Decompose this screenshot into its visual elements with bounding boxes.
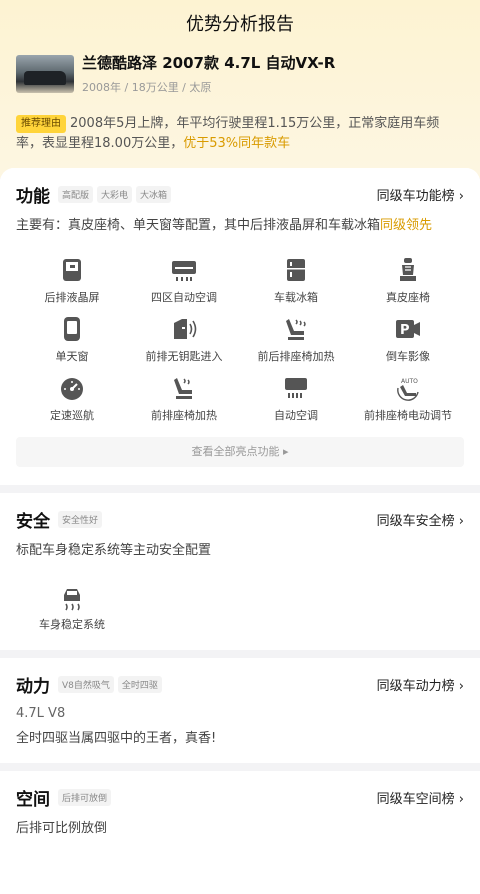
feature-item: 车身稳定系统 [16,583,128,632]
feature-item: 前排座椅加热 [128,374,240,423]
recommend-tag: 推荐理由 [16,115,66,133]
feature-label: 前排座椅电动调节 [364,409,452,422]
feature-label: 真皮座椅 [386,291,430,304]
features-title: 功能 [16,186,50,207]
feature-item: AUTO 前排座椅电动调节 [352,374,464,423]
divider [0,485,480,493]
parking-camera-icon: P [396,320,420,338]
engine-spec: 4.7L V8 [16,706,66,721]
feature-label: 倒车影像 [386,350,430,363]
feature-label: 前排无钥匙进入 [145,350,223,363]
view-all-features-button[interactable]: 查看全部亮点功能 ▸ [16,437,464,467]
feature-item: P 倒车影像 [352,315,464,364]
safety-rank-link[interactable]: 同级车安全榜 › [377,510,464,529]
rear-screen-icon [63,259,81,281]
recommend-reason: 推荐理由 2008年5月上牌，年平均行驶里程1.15万公里，正常家庭用车频率，表显… [16,114,464,154]
ac-icon [172,261,196,281]
ac-icon [285,378,307,398]
features-rank-link[interactable]: 同级车功能榜 › [377,185,464,204]
power-section: 动力 V8自然吸气 全时四驱 同级车动力榜 › 4.7L V8 全时四驱当属四驱… [0,658,480,763]
car-thumbnail [16,54,74,93]
safety-chip: 安全性好 [58,510,103,528]
content-card: 功能 高配版 大彩电 大冰箱 同级车功能榜 › 主要有：真皮座椅、单天窗等配置，… [0,168,480,894]
sunroof-icon [64,317,80,341]
divider [0,763,480,771]
feature-grid: 后排液晶屏 四区自动空调 车载冰箱 真皮座椅 单天窗 前排无钥匙进入 前后排座椅… [16,256,464,423]
safety-title: 安全 [16,511,50,532]
seat-heat-icon [174,378,192,399]
fridge-icon [287,259,305,281]
auto-seat-icon: AUTO [397,378,419,401]
feature-item: 后排液晶屏 [16,256,128,305]
features-desc: 主要有：真皮座椅、单天窗等配置，其中后排液晶屏和车载冰箱同级领先 [16,216,464,236]
feature-label: 车载冰箱 [274,291,318,304]
safety-section: 安全 安全性好 同级车安全榜 › 标配车身稳定系统等主动安全配置 车身稳定系统 [0,493,480,650]
feature-chip: 大冰箱 [136,185,172,203]
car-name: 兰德酷路泽 2007款 4.7L 自动VX-R [82,54,336,72]
header-area: 优势分析报告 兰德酷路泽 2007款 4.7L 自动VX-R 2008年 / 1… [0,0,480,178]
space-title: 空间 [16,789,50,810]
power-desc: 全时四驱当属四驱中的王者，真香! [16,731,217,746]
page-title: 优势分析报告 [186,14,294,35]
feature-item: 前后排座椅加热 [240,315,352,364]
feature-label: 后排液晶屏 [44,291,100,304]
features-desc-highlight: 同级领先 [380,218,433,233]
power-title: 动力 [16,676,50,697]
space-section: 空间 后排可放倒 同级车空间榜 › 后排可比例放倒 [0,771,480,894]
feature-label: 自动空调 [274,409,318,422]
feature-chip: 大彩电 [97,185,133,203]
svg-text:AUTO: AUTO [401,378,418,385]
leather-seat-icon [400,258,416,281]
keyless-icon [174,319,197,339]
feature-item: 前排无钥匙进入 [128,315,240,364]
feature-item: 真皮座椅 [352,256,464,305]
space-chip: 后排可放倒 [58,788,112,806]
space-rank-link[interactable]: 同级车空间榜 › [377,788,464,807]
divider [0,650,480,658]
feature-label: 车身稳定系统 [39,618,105,631]
feature-item: 四区自动空调 [128,256,240,305]
feature-label: 前后排座椅加热 [257,350,335,363]
feature-label: 单天窗 [55,350,89,363]
cruise-icon [61,378,83,400]
safety-grid: 车身稳定系统 [16,583,464,632]
feature-label: 四区自动空调 [151,291,217,304]
car-meta: 2008年 / 18万公里 / 太原 [82,81,212,94]
feature-label: 前排座椅加热 [151,409,217,422]
svg-text:P: P [400,323,410,338]
features-section: 功能 高配版 大彩电 大冰箱 同级车功能榜 › 主要有：真皮座椅、单天窗等配置，… [0,168,480,485]
feature-item: 定速巡航 [16,374,128,423]
safety-desc: 标配车身稳定系统等主动安全配置 [16,543,212,558]
stability-icon [64,589,80,611]
car-summary[interactable]: 兰德酷路泽 2007款 4.7L 自动VX-R 2008年 / 18万公里 / … [0,40,480,95]
feature-item: 自动空调 [240,374,352,423]
space-desc: 后排可比例放倒 [16,821,108,836]
power-rank-link[interactable]: 同级车动力榜 › [377,675,464,694]
features-desc-text: 主要有：真皮座椅、单天窗等配置，其中后排液晶屏和车载冰箱 [16,218,381,233]
feature-label: 定速巡航 [50,409,94,422]
power-chip: 全时四驱 [117,675,162,693]
power-chip: V8自然吸气 [58,675,114,693]
feature-chip: 高配版 [58,185,94,203]
seat-heat-icon [286,319,306,340]
feature-item: 单天窗 [16,315,128,364]
reason-highlight: 优于53%同年款车 [183,136,291,151]
feature-item: 车载冰箱 [240,256,352,305]
